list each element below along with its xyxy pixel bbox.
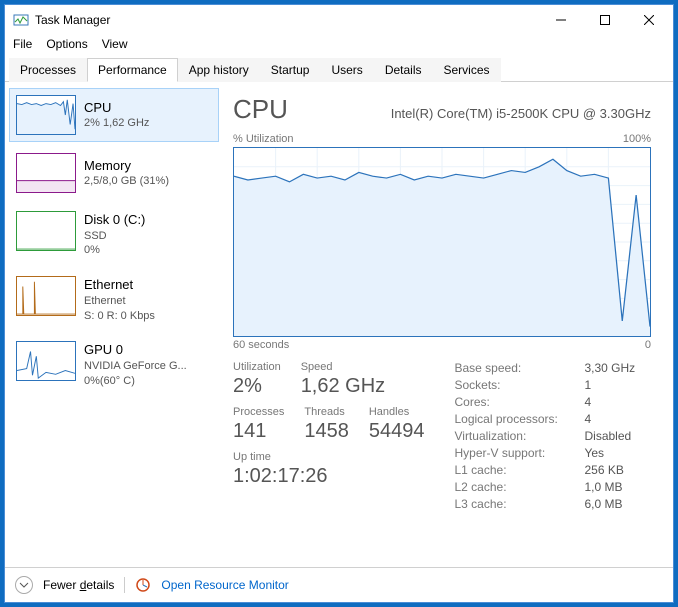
main-panel: CPU Intel(R) Core(TM) i5-2500K CPU @ 3.3…	[223, 82, 673, 567]
window-title: Task Manager	[35, 13, 539, 27]
sidebar-item-label: Ethernet	[84, 276, 155, 294]
tab-startup[interactable]: Startup	[260, 58, 321, 82]
page-title: CPU	[233, 94, 288, 125]
disk-thumbnail	[16, 211, 76, 251]
stat-threads: 1458	[304, 420, 349, 443]
menu-options[interactable]: Options	[46, 37, 87, 51]
footer: Fewer details Open Resource Monitor	[5, 567, 673, 602]
stats-left: Utilization2% Speed1,62 GHz Processes141…	[233, 361, 424, 511]
content: CPU 2% 1,62 GHz Memory 2,5/8,0 GB (31%)	[5, 82, 673, 567]
maximize-button[interactable]	[583, 5, 627, 35]
task-manager-window: Task Manager File Options View Processes…	[4, 4, 674, 603]
sidebar-item-ethernet[interactable]: Ethernet Ethernet S: 0 R: 0 Kbps	[9, 269, 219, 330]
stat-row: L2 cache:1,0 MB	[454, 480, 651, 494]
chart-ylabel: % Utilization	[233, 133, 294, 145]
stat-row: Cores:4	[454, 395, 651, 409]
sidebar-item-label: GPU 0	[84, 341, 187, 359]
menu-view[interactable]: View	[102, 37, 128, 51]
sidebar-item-memory[interactable]: Memory 2,5/8,0 GB (31%)	[9, 146, 219, 200]
stat-row: L1 cache:256 KB	[454, 463, 651, 477]
stat-row: L3 cache:6,0 MB	[454, 497, 651, 511]
tabstrip: Processes Performance App history Startu…	[5, 57, 673, 82]
stat-row: Sockets:1	[454, 378, 651, 392]
tab-processes[interactable]: Processes	[9, 58, 87, 82]
tab-performance[interactable]: Performance	[87, 58, 178, 82]
close-button[interactable]	[627, 5, 671, 35]
tab-users[interactable]: Users	[320, 58, 373, 82]
menubar: File Options View	[5, 35, 673, 57]
sidebar-item-disk[interactable]: Disk 0 (C:) SSD 0%	[9, 204, 219, 265]
stat-row: Hyper-V support:Yes	[454, 446, 651, 460]
stat-row: Base speed:3,30 GHz	[454, 361, 651, 375]
resource-monitor-icon	[135, 577, 151, 593]
cpu-model: Intel(R) Core(TM) i5-2500K CPU @ 3.30GHz	[391, 106, 651, 121]
sidebar-item-cpu[interactable]: CPU 2% 1,62 GHz	[9, 88, 219, 142]
sidebar-item-label: Disk 0 (C:)	[84, 211, 145, 229]
sidebar-item-gpu[interactable]: GPU 0 NVIDIA GeForce G... 0%(60° C)	[9, 334, 219, 395]
stat-processes: 141	[233, 420, 284, 443]
tab-app-history[interactable]: App history	[178, 58, 260, 82]
gpu-thumbnail	[16, 341, 76, 381]
stats-right: Base speed:3,30 GHz Sockets:1 Cores:4 Logic…	[454, 361, 651, 511]
sidebar: CPU 2% 1,62 GHz Memory 2,5/8,0 GB (31%)	[5, 82, 223, 567]
menu-file[interactable]: File	[13, 37, 32, 51]
tab-services[interactable]: Services	[433, 58, 501, 82]
sidebar-item-label: Memory	[84, 157, 169, 175]
stat-row: Logical processors:4	[454, 412, 651, 426]
open-resource-monitor-link[interactable]: Open Resource Monitor	[161, 578, 288, 592]
stat-handles: 54494	[369, 420, 425, 443]
stat-speed: 1,62 GHz	[301, 375, 385, 398]
chevron-down-icon[interactable]	[15, 576, 33, 594]
minimize-button[interactable]	[539, 5, 583, 35]
chart-xmax: 60 seconds	[233, 339, 289, 351]
sidebar-item-label: CPU	[84, 99, 149, 117]
chart-xmin: 0	[645, 339, 651, 351]
stat-utilization: 2%	[233, 375, 281, 398]
titlebar[interactable]: Task Manager	[5, 5, 673, 35]
cpu-utilization-chart[interactable]	[233, 147, 651, 337]
fewer-details-link[interactable]: Fewer details	[43, 578, 114, 592]
app-icon	[13, 12, 29, 28]
ethernet-thumbnail	[16, 276, 76, 316]
stat-uptime: 1:02:17:26	[233, 465, 424, 488]
stat-row: Virtualization:Disabled	[454, 429, 651, 443]
chart-ymax: 100%	[623, 133, 651, 145]
memory-thumbnail	[16, 153, 76, 193]
tab-details[interactable]: Details	[374, 58, 433, 82]
cpu-thumbnail	[16, 95, 76, 135]
